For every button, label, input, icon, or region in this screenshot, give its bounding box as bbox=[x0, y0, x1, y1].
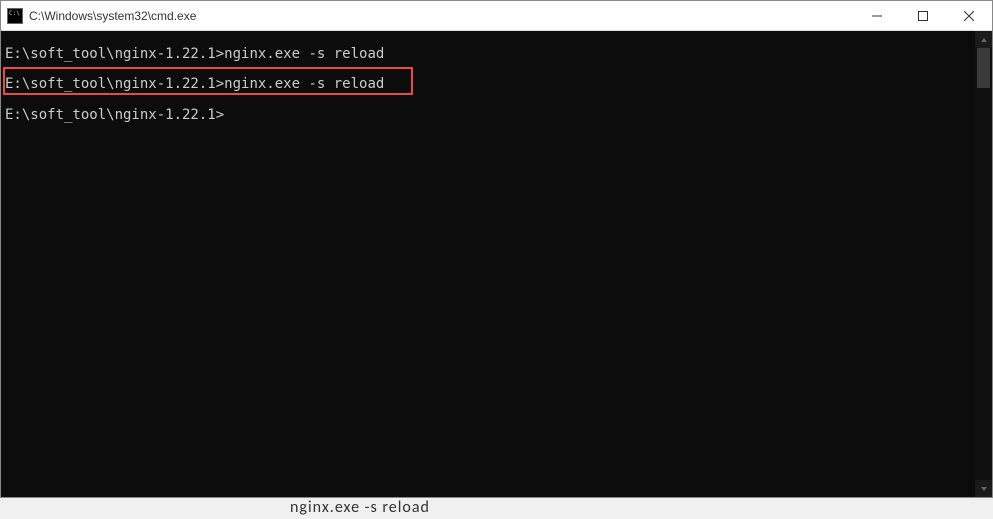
maximize-icon bbox=[918, 11, 928, 21]
command: nginx.exe -s reload bbox=[224, 76, 384, 92]
window-controls bbox=[854, 1, 992, 30]
scroll-track[interactable] bbox=[975, 48, 992, 480]
terminal-line: E:\soft_tool\nginx-1.22.1>nginx.exe -s r… bbox=[5, 39, 975, 69]
prompt: E:\soft_tool\nginx-1.22.1> bbox=[5, 46, 224, 62]
cropped-text-below: nginx.exe -s reload bbox=[290, 498, 430, 517]
window-title: C:\Windows\system32\cmd.exe bbox=[29, 9, 854, 23]
close-button[interactable] bbox=[946, 1, 992, 30]
prompt: E:\soft_tool\nginx-1.22.1> bbox=[5, 76, 224, 92]
terminal-area[interactable]: E:\soft_tool\nginx-1.22.1>nginx.exe -s r… bbox=[1, 31, 975, 497]
cmd-icon bbox=[7, 8, 23, 24]
terminal-wrapper: E:\soft_tool\nginx-1.22.1>nginx.exe -s r… bbox=[1, 31, 992, 497]
scroll-down-arrow-icon[interactable] bbox=[975, 480, 992, 497]
prompt: E:\soft_tool\nginx-1.22.1> bbox=[5, 107, 224, 123]
terminal-line: E:\soft_tool\nginx-1.22.1>nginx.exe -s r… bbox=[5, 69, 975, 99]
cmd-window: C:\Windows\system32\cmd.exe E:\soft_tool… bbox=[0, 0, 993, 498]
scroll-thumb[interactable] bbox=[977, 48, 990, 88]
close-icon bbox=[964, 11, 974, 21]
maximize-button[interactable] bbox=[900, 1, 946, 30]
scroll-up-arrow-icon[interactable] bbox=[975, 31, 992, 48]
command: nginx.exe -s reload bbox=[224, 46, 384, 62]
vertical-scrollbar[interactable] bbox=[975, 31, 992, 497]
terminal-line: E:\soft_tool\nginx-1.22.1> bbox=[5, 100, 975, 130]
minimize-icon bbox=[872, 11, 882, 21]
titlebar[interactable]: C:\Windows\system32\cmd.exe bbox=[1, 1, 992, 31]
minimize-button[interactable] bbox=[854, 1, 900, 30]
